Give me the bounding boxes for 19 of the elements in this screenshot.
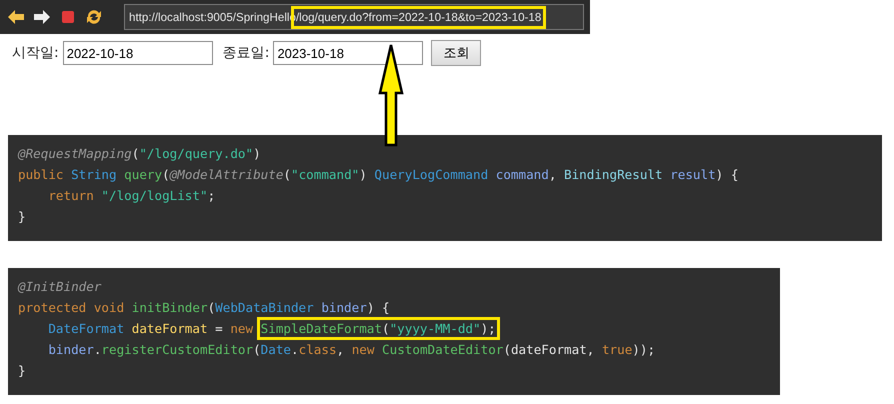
code-line: } xyxy=(18,208,27,226)
forward-button[interactable] xyxy=(32,7,52,27)
back-arrow-icon xyxy=(8,10,24,24)
code-line: public String query(@ModelAttribute("command") QueryLogCommand command, BindingResult result) { xyxy=(18,166,740,184)
date-label: 시작일: xyxy=(12,44,59,62)
search-button[interactable]: 조회 xyxy=(431,40,482,66)
code-line: protected void initBinder(WebDataBinder binder) { xyxy=(18,299,391,317)
code-line: } xyxy=(18,362,27,380)
code-line: @RequestMapping("/log/query.do") xyxy=(18,145,262,163)
code-line: return "/log/logList"; xyxy=(47,187,216,205)
date-field[interactable]: 2022-10-18 xyxy=(62,41,213,65)
stop-icon xyxy=(62,11,74,23)
date-label: 종료일: xyxy=(222,44,270,62)
code-line: @InitBinder xyxy=(18,278,102,296)
code-line: binder.registerCustomEditor(Date.class, new CustomDateEditor(dateFormat, true)); xyxy=(47,341,656,359)
code-line: DateFormat dateFormat = new SimpleDateFormat("yyyy-MM-dd"); xyxy=(18,318,770,339)
forward-arrow-icon xyxy=(34,10,50,24)
refresh-icon xyxy=(85,9,103,25)
date-field[interactable]: 2023-10-18 xyxy=(273,41,424,65)
